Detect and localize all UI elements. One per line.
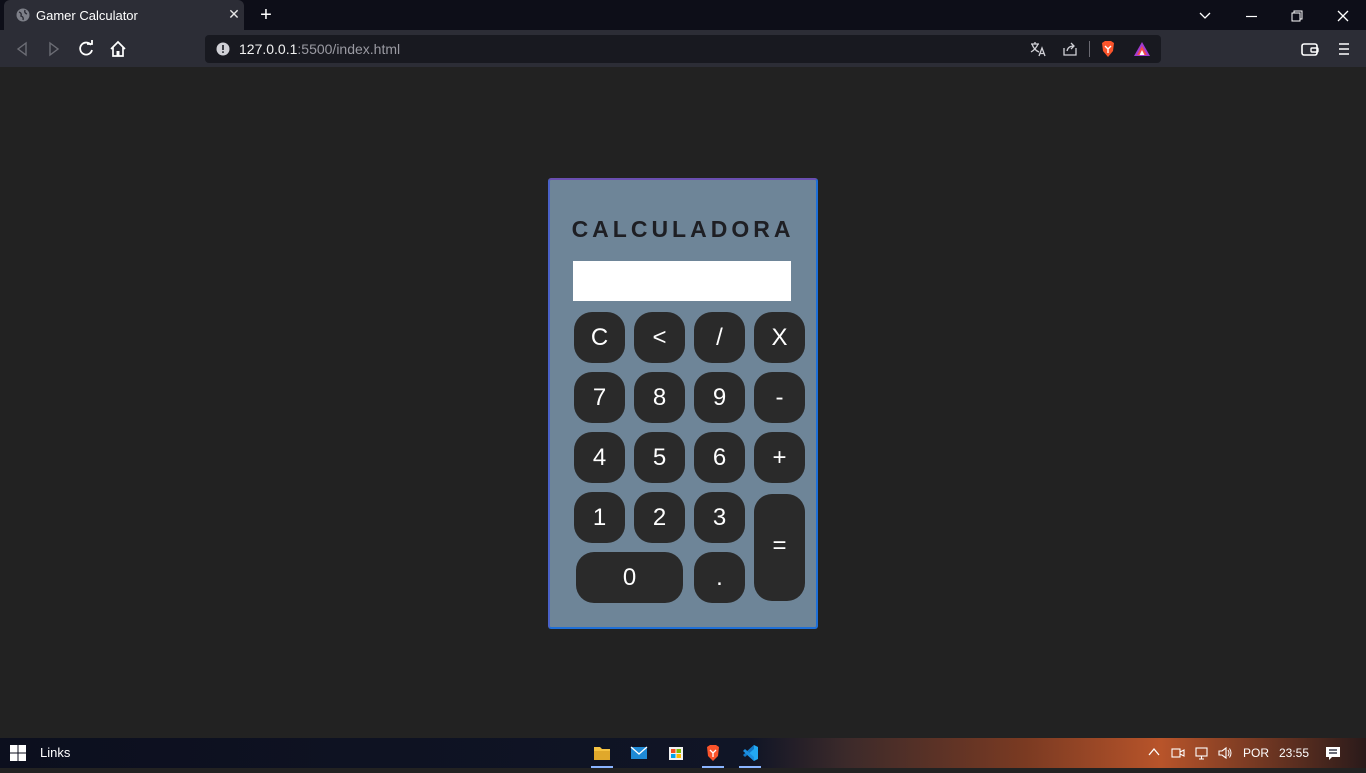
equals-button[interactable]: = bbox=[754, 494, 805, 601]
notifications-icon[interactable] bbox=[1325, 745, 1341, 761]
share-icon[interactable] bbox=[1061, 40, 1079, 58]
zero-button[interactable]: 0 bbox=[576, 552, 683, 603]
clear-button[interactable]: C bbox=[574, 312, 625, 363]
tab-search-dropdown-icon[interactable] bbox=[1182, 0, 1228, 30]
address-divider bbox=[1089, 41, 1090, 57]
address-bar[interactable]: 127.0.0.1:5500/index.html bbox=[205, 35, 1161, 63]
minus-button[interactable]: - bbox=[754, 372, 805, 423]
calculator-display[interactable] bbox=[573, 261, 791, 301]
wallet-icon[interactable] bbox=[1299, 38, 1321, 60]
decimal-button[interactable]: . bbox=[694, 552, 745, 603]
brave-rewards-icon[interactable] bbox=[1133, 40, 1151, 58]
tab-strip: Gamer Calculator ✕ + bbox=[0, 0, 1366, 30]
links-toolbar[interactable]: Links bbox=[40, 745, 70, 760]
store-icon bbox=[669, 747, 683, 760]
taskbar-store[interactable] bbox=[659, 738, 693, 768]
restore-button[interactable] bbox=[1274, 0, 1320, 30]
reload-icon[interactable] bbox=[75, 38, 97, 60]
divide-button[interactable]: / bbox=[694, 312, 745, 363]
network-icon[interactable] bbox=[1194, 745, 1210, 761]
url-host: 127.0.0.1 bbox=[239, 41, 298, 57]
taskbar-vscode[interactable] bbox=[733, 738, 767, 768]
show-hidden-icons-icon[interactable] bbox=[1147, 745, 1161, 759]
five-button[interactable]: 5 bbox=[634, 432, 685, 483]
four-button[interactable]: 4 bbox=[574, 432, 625, 483]
site-info-icon[interactable] bbox=[216, 42, 230, 56]
close-window-button[interactable] bbox=[1320, 0, 1366, 30]
clock[interactable]: 23:55 bbox=[1279, 746, 1309, 760]
translate-icon[interactable] bbox=[1029, 40, 1047, 58]
input-language[interactable]: POR bbox=[1243, 746, 1269, 760]
three-button[interactable]: 3 bbox=[694, 492, 745, 543]
new-tab-button[interactable]: + bbox=[255, 4, 277, 26]
windows-start-icon[interactable] bbox=[10, 745, 26, 761]
navigation-bar: 127.0.0.1:5500/index.html bbox=[0, 30, 1366, 67]
nine-button[interactable]: 9 bbox=[694, 372, 745, 423]
backspace-button[interactable]: < bbox=[634, 312, 685, 363]
tab-title: Gamer Calculator bbox=[36, 8, 138, 23]
minimize-button[interactable] bbox=[1228, 0, 1274, 30]
taskbar-file-explorer[interactable] bbox=[585, 738, 619, 768]
six-button[interactable]: 6 bbox=[694, 432, 745, 483]
seven-button[interactable]: 7 bbox=[574, 372, 625, 423]
mail-icon bbox=[630, 746, 648, 759]
two-button[interactable]: 2 bbox=[634, 492, 685, 543]
forward-icon[interactable] bbox=[43, 38, 65, 60]
meet-now-icon[interactable] bbox=[1170, 745, 1186, 761]
vscode-icon bbox=[743, 745, 758, 761]
taskbar-mail[interactable] bbox=[622, 738, 656, 768]
browser-tab[interactable]: Gamer Calculator ✕ bbox=[4, 0, 244, 30]
taskbar-brave[interactable] bbox=[696, 738, 730, 768]
globe-icon bbox=[16, 8, 30, 22]
address-url[interactable]: 127.0.0.1:5500/index.html bbox=[239, 41, 400, 57]
back-icon[interactable] bbox=[11, 38, 33, 60]
plus-button[interactable]: + bbox=[754, 432, 805, 483]
brave-shields-icon[interactable] bbox=[1099, 40, 1117, 58]
eight-button[interactable]: 8 bbox=[634, 372, 685, 423]
home-icon[interactable] bbox=[107, 38, 129, 60]
folder-icon bbox=[594, 747, 610, 760]
taskbar: Links POR 23:55 bbox=[0, 738, 1366, 768]
close-tab-icon[interactable]: ✕ bbox=[226, 6, 242, 22]
one-button[interactable]: 1 bbox=[574, 492, 625, 543]
menu-icon[interactable] bbox=[1333, 38, 1355, 60]
calculator: CALCULADORA C < / X 7 8 9 - 4 5 6 + 1 2 … bbox=[548, 178, 818, 629]
url-path: :5500/index.html bbox=[297, 41, 401, 57]
volume-icon[interactable] bbox=[1217, 745, 1233, 761]
brave-icon bbox=[707, 745, 719, 761]
calculator-title: CALCULADORA bbox=[571, 216, 795, 242]
multiply-button[interactable]: X bbox=[754, 312, 805, 363]
